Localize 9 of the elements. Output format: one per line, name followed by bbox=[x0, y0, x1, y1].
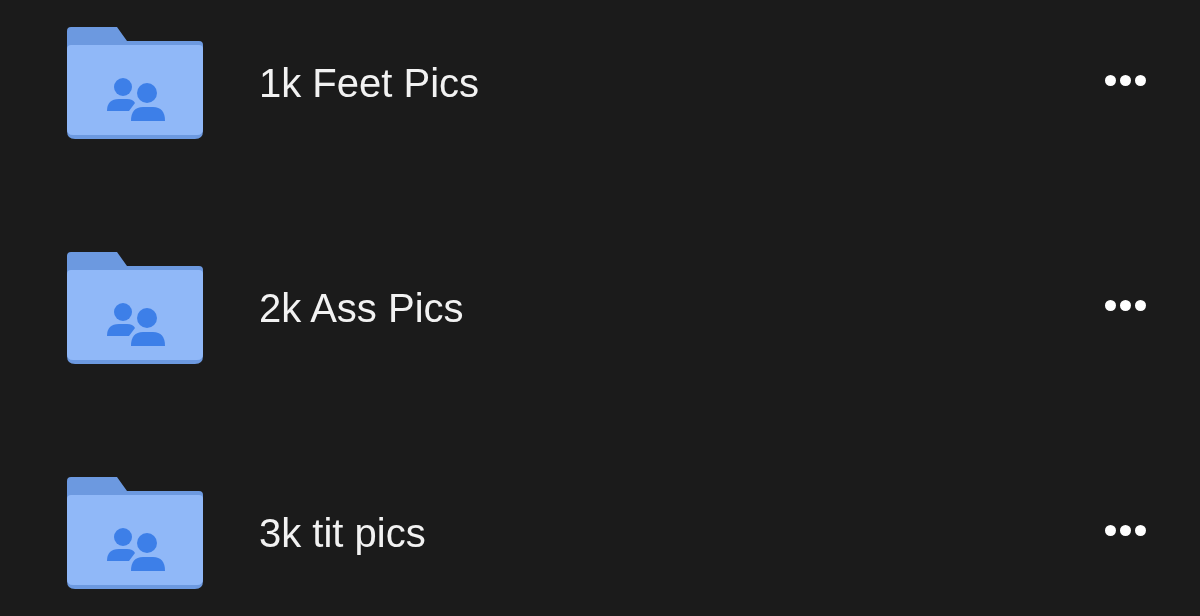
folder-name: 3k tit pics bbox=[259, 510, 426, 557]
more-options-icon[interactable] bbox=[1105, 74, 1146, 86]
shared-folder-icon bbox=[67, 477, 203, 589]
folder-name: 2k Ass Pics bbox=[259, 285, 464, 332]
more-options-icon[interactable] bbox=[1105, 524, 1146, 536]
shared-folder-icon bbox=[67, 252, 203, 364]
folder-name: 1k Feet Pics bbox=[259, 60, 480, 107]
shared-folder-icon bbox=[67, 27, 203, 139]
more-options-icon[interactable] bbox=[1105, 299, 1146, 311]
